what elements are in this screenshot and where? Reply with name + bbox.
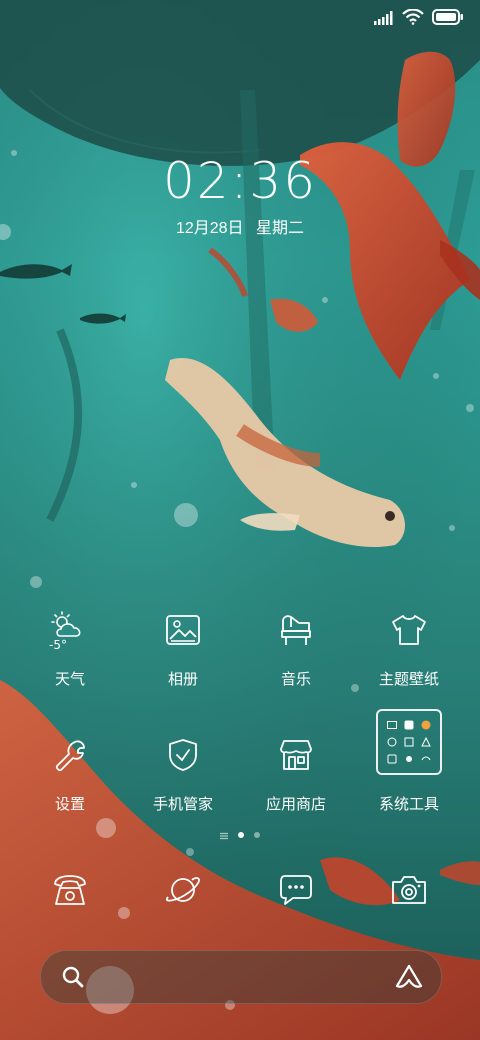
page-indicator[interactable]	[0, 825, 480, 844]
app-security[interactable]: 手机管家	[128, 725, 238, 814]
app-label: 系统工具	[378, 796, 439, 813]
dock-browser[interactable]	[153, 864, 213, 920]
app-label: 主题壁纸	[378, 671, 439, 688]
search-bar[interactable]	[40, 950, 442, 1004]
mini-app-icon	[401, 734, 416, 749]
mini-app-icon	[384, 734, 399, 749]
mini-app-icon	[401, 752, 416, 767]
gallery-icon	[153, 600, 213, 660]
page-dot	[254, 831, 260, 838]
app-label: 相册	[167, 671, 198, 688]
weather-temperature: -5°	[49, 638, 67, 652]
phone-icon	[53, 874, 87, 910]
app-label: 设置	[54, 796, 85, 813]
app-label: 天气	[54, 671, 85, 688]
weekday-text: 星期二	[256, 220, 305, 237]
pages-menu-icon	[220, 825, 228, 844]
mini-app-icon	[419, 717, 434, 732]
camera-icon	[391, 874, 427, 910]
folder-icon	[374, 707, 444, 777]
mini-app-icon	[384, 717, 399, 732]
dock-messages[interactable]	[266, 864, 326, 920]
mini-app-icon	[401, 717, 416, 732]
date-text: 12月28日	[175, 220, 244, 237]
app-theme[interactable]: 主题壁纸	[354, 600, 464, 689]
mini-app-icon	[419, 734, 434, 749]
app-store[interactable]: 应用商店	[241, 725, 351, 814]
app-store-icon	[266, 725, 326, 785]
app-label: 音乐	[280, 671, 311, 688]
app-music[interactable]: 音乐	[241, 600, 351, 689]
app-gallery[interactable]: 相册	[128, 600, 238, 689]
signal-bars-icon	[374, 10, 394, 29]
mini-app-icon	[419, 752, 434, 767]
security-shield-icon	[153, 725, 213, 785]
weather-icon: -5°	[40, 600, 100, 660]
browser-planet-icon	[165, 873, 201, 911]
search-icon[interactable]	[61, 965, 85, 993]
music-piano-icon	[266, 600, 326, 660]
dock-phone[interactable]	[40, 864, 100, 920]
app-folder-system-tools[interactable]: 系统工具	[354, 707, 464, 814]
settings-wrench-icon	[40, 725, 100, 785]
theme-shirt-icon	[379, 600, 439, 660]
battery-icon	[432, 9, 464, 29]
clock-date[interactable]: 12月28日 星期二	[0, 214, 480, 238]
clock-time[interactable]: 02:36	[0, 152, 480, 210]
messages-icon	[279, 874, 313, 910]
page-dot-active	[238, 831, 244, 838]
app-label: 应用商店	[265, 796, 326, 813]
folder-preview	[376, 709, 442, 775]
app-settings[interactable]: 设置	[15, 725, 125, 814]
dock-camera[interactable]	[379, 864, 439, 920]
wifi-icon	[402, 8, 424, 29]
assistant-icon[interactable]	[395, 964, 423, 994]
status-bar	[374, 8, 464, 30]
mini-app-icon	[384, 752, 399, 767]
app-label: 手机管家	[152, 796, 213, 813]
app-weather[interactable]: -5° 天气	[15, 600, 125, 689]
